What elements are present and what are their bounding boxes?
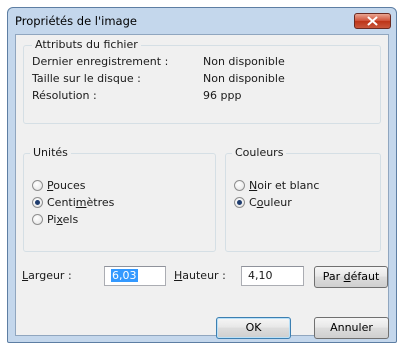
colors-legend: Couleurs bbox=[232, 146, 287, 160]
properties-dialog: Propriétés de l'image Attributs du fichi… bbox=[7, 7, 397, 343]
radio-pixels-indicator[interactable] bbox=[32, 214, 43, 225]
radio-color-indicator[interactable] bbox=[234, 197, 245, 208]
file-attributes-group: Attributs du fichier Dernier enregistrem… bbox=[23, 38, 381, 124]
cancel-button[interactable]: Annuler bbox=[314, 317, 389, 339]
last-saved-value: Non disponible bbox=[203, 55, 285, 68]
units-legend: Unités bbox=[30, 146, 71, 160]
close-button[interactable] bbox=[354, 13, 391, 29]
disk-size-label: Taille sur le disque : bbox=[32, 72, 141, 85]
radio-black-white[interactable]: Noir et blanc bbox=[234, 179, 319, 192]
radio-centimeters-indicator[interactable] bbox=[32, 197, 43, 208]
radio-color-label: Couleur bbox=[249, 196, 292, 209]
radio-inches-label: Pouces bbox=[47, 179, 86, 192]
radio-centimeters-label: Centimètres bbox=[47, 196, 115, 209]
radio-color[interactable]: Couleur bbox=[234, 196, 292, 209]
dialog-title: Propriétés de l'image bbox=[15, 14, 137, 28]
default-size-button[interactable]: Par défaut bbox=[314, 266, 388, 288]
dialog-body: Attributs du fichier Dernier enregistrem… bbox=[15, 34, 389, 339]
colors-group: Couleurs Noir et blanc Couleur bbox=[225, 146, 381, 252]
radio-black-white-label: Noir et blanc bbox=[249, 179, 320, 192]
title-bar[interactable]: Propriétés de l'image bbox=[8, 8, 396, 34]
height-input[interactable]: 4,10 bbox=[241, 266, 304, 286]
radio-pixels[interactable]: Pixels bbox=[32, 213, 78, 226]
units-group: Unités Pouces Centimètres Pixels bbox=[23, 146, 216, 252]
resolution-value: 96 ppp bbox=[203, 89, 242, 102]
ok-button[interactable]: OK bbox=[216, 317, 291, 339]
height-label: Hauteur : bbox=[174, 269, 226, 282]
last-saved-label: Dernier enregistrement : bbox=[32, 55, 169, 68]
radio-black-white-indicator[interactable] bbox=[234, 180, 245, 191]
radio-inches-indicator[interactable] bbox=[32, 180, 43, 191]
radio-inches[interactable]: Pouces bbox=[32, 179, 86, 192]
radio-centimeters[interactable]: Centimètres bbox=[32, 196, 114, 209]
resolution-label: Résolution : bbox=[32, 89, 97, 102]
close-icon bbox=[367, 16, 378, 26]
width-input[interactable]: 6,03 bbox=[104, 266, 166, 286]
radio-pixels-label: Pixels bbox=[47, 213, 79, 226]
file-attributes-legend: Attributs du fichier bbox=[32, 38, 141, 52]
disk-size-value: Non disponible bbox=[203, 72, 285, 85]
width-label: Largeur : bbox=[22, 269, 72, 282]
